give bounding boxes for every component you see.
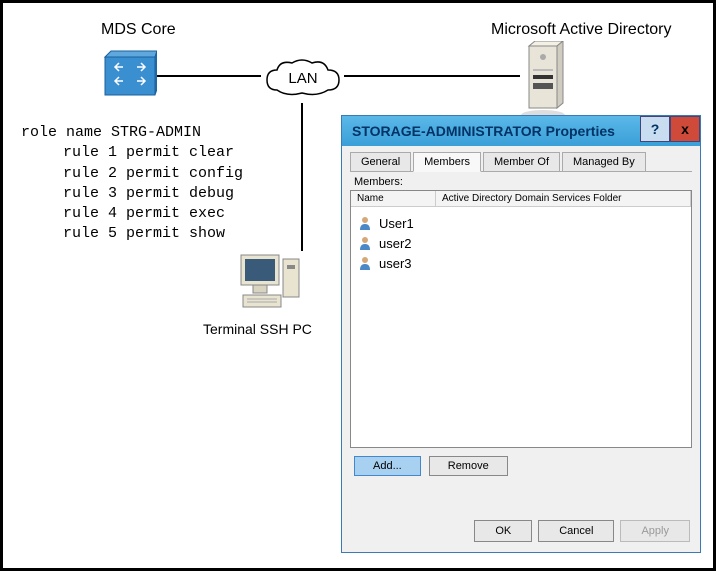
properties-dialog: STORAGE-ADMINISTRATOR Properties ? x Gen…: [341, 115, 701, 553]
user-name: user2: [379, 236, 412, 251]
rule-line: rule 2 permit config: [21, 164, 243, 184]
svg-text:LAN: LAN: [288, 70, 317, 87]
active-directory-label: Microsoft Active Directory: [491, 21, 671, 39]
tab-general[interactable]: General: [350, 152, 411, 171]
rule-line: rule 1 permit clear: [21, 143, 243, 163]
user-icon: [357, 235, 373, 251]
rule-line: rule 4 permit exec: [21, 204, 243, 224]
switch-icon: [103, 49, 157, 99]
server-icon: [521, 41, 571, 121]
lan-cloud-icon: LAN: [262, 55, 344, 103]
add-button[interactable]: Add...: [354, 456, 421, 476]
ok-button[interactable]: OK: [474, 520, 532, 542]
help-button[interactable]: ?: [640, 116, 670, 142]
dialog-title: STORAGE-ADMINISTRATOR Properties: [352, 123, 615, 139]
user-icon: [357, 215, 373, 231]
close-button[interactable]: x: [670, 116, 700, 142]
diagram-frame: MDS Core Microsoft Active Directory LAN: [0, 0, 716, 571]
role-config-block: role name STRG-ADMIN rule 1 permit clear…: [21, 123, 243, 245]
terminal-pc-icon: [237, 251, 305, 313]
column-name[interactable]: Name: [351, 191, 436, 206]
connection-line: [157, 75, 261, 77]
members-listbox[interactable]: Name Active Directory Domain Services Fo…: [350, 190, 692, 448]
apply-button[interactable]: Apply: [620, 520, 690, 542]
list-item[interactable]: user2: [357, 233, 685, 253]
column-folder[interactable]: Active Directory Domain Services Folder: [436, 191, 691, 206]
tab-members[interactable]: Members: [413, 152, 481, 172]
cancel-button[interactable]: Cancel: [538, 520, 614, 542]
connection-line: [344, 75, 520, 77]
mds-core-label: MDS Core: [101, 21, 176, 39]
dialog-titlebar[interactable]: STORAGE-ADMINISTRATOR Properties ? x: [342, 116, 700, 146]
connection-line: [301, 103, 303, 251]
list-item[interactable]: User1: [357, 213, 685, 233]
user-name: user3: [379, 256, 412, 271]
tab-member-of[interactable]: Member Of: [483, 152, 560, 171]
tab-managed-by[interactable]: Managed By: [562, 152, 646, 171]
list-item[interactable]: user3: [357, 253, 685, 273]
role-name-line: role name STRG-ADMIN: [21, 123, 243, 143]
dialog-body: General Members Member Of Managed By Mem…: [342, 146, 700, 552]
user-name: User1: [379, 216, 414, 231]
user-icon: [357, 255, 373, 271]
remove-button[interactable]: Remove: [429, 456, 508, 476]
list-header: Name Active Directory Domain Services Fo…: [351, 191, 691, 207]
terminal-label: Terminal SSH PC: [203, 321, 312, 337]
rule-line: rule 5 permit show: [21, 224, 243, 244]
tab-strip: General Members Member Of Managed By: [350, 152, 692, 172]
rule-line: rule 3 permit debug: [21, 184, 243, 204]
members-label: Members:: [354, 176, 692, 188]
